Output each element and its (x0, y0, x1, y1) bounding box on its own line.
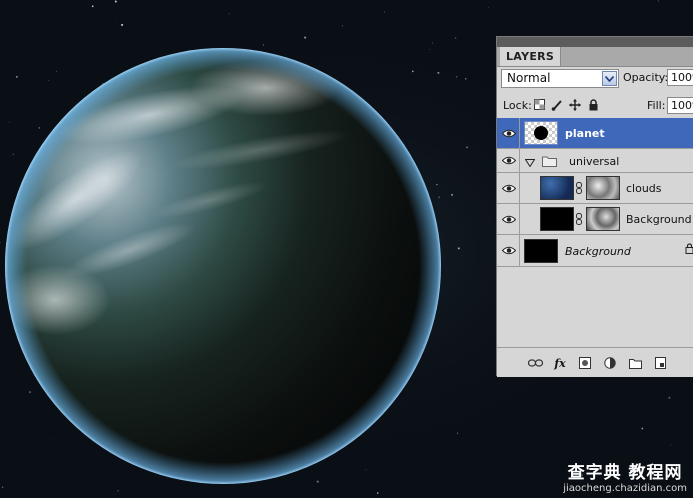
star (438, 196, 441, 199)
fx-icon[interactable]: fx (552, 356, 568, 370)
star (53, 438, 54, 440)
star (466, 146, 469, 149)
layer-row-background-copy[interactable]: Background ... (497, 204, 693, 235)
adjustment-icon[interactable] (602, 357, 618, 369)
visibility-eye-icon[interactable] (498, 235, 520, 266)
layer-thumbnail (540, 207, 574, 231)
star (1, 486, 4, 489)
star (102, 82, 104, 84)
star (8, 121, 10, 123)
lock-pixels-icon[interactable] (551, 99, 563, 111)
lock-position-icon[interactable] (569, 98, 581, 111)
chain-link-icon[interactable] (576, 182, 582, 197)
blend-mode-value: Normal (507, 71, 551, 85)
layer-name[interactable]: planet (565, 127, 605, 140)
star (431, 42, 434, 44)
star (641, 427, 644, 430)
layer-row-universal[interactable]: universal (497, 149, 693, 173)
folder-icon (542, 155, 557, 170)
star (114, 0, 117, 3)
layer-mask-thumbnail[interactable] (586, 207, 620, 231)
chain-link-icon[interactable] (576, 213, 582, 228)
star (429, 49, 430, 50)
star (437, 71, 440, 74)
lock-label: Lock: (503, 99, 532, 112)
visibility-eye-icon[interactable] (498, 173, 520, 203)
new-layer-icon[interactable] (652, 357, 668, 369)
panel-tab-strip: LAYERS (497, 47, 693, 67)
star (668, 396, 671, 399)
layers-panel: LAYERS Normal Opacity: 100% Lock: Fill: … (496, 36, 693, 377)
star (304, 36, 307, 39)
star (454, 37, 457, 39)
star (316, 480, 319, 483)
star (28, 391, 31, 394)
star (16, 76, 18, 78)
star (376, 492, 379, 494)
tab-layers[interactable]: LAYERS (500, 47, 562, 66)
opacity-input[interactable]: 100% (667, 69, 693, 86)
star (451, 194, 453, 196)
star (670, 444, 672, 446)
star (228, 13, 230, 15)
star (365, 469, 367, 471)
lock-transparency-icon[interactable] (533, 99, 545, 111)
watermark-url: jiaocheng.chazidian.com (563, 483, 687, 494)
star (262, 44, 265, 46)
visibility-eye-icon[interactable] (498, 149, 520, 172)
triangle-down-icon[interactable] (524, 157, 536, 170)
star (116, 18, 118, 19)
visibility-eye-icon[interactable] (498, 204, 520, 234)
star (38, 127, 40, 129)
star (56, 71, 58, 73)
opacity-label: Opacity: (623, 71, 669, 84)
fx-label: fx (554, 356, 566, 370)
star (464, 77, 467, 80)
layer-name[interactable]: clouds (626, 182, 662, 195)
star (487, 6, 489, 8)
star (12, 153, 15, 156)
star (121, 23, 124, 26)
star (341, 25, 343, 27)
lock-all-icon[interactable] (587, 98, 599, 111)
visibility-eye-icon[interactable] (498, 118, 520, 148)
blend-mode-select[interactable]: Normal (501, 69, 619, 88)
watermark: 查字典 教程网 jiaocheng.chazidian.com (563, 463, 687, 495)
star (48, 80, 50, 81)
layer-mask-thumbnail[interactable] (586, 176, 620, 200)
watermark-title: 查字典 教程网 (567, 463, 683, 483)
star (383, 11, 385, 13)
folder-icon[interactable] (627, 357, 643, 369)
star (91, 5, 94, 8)
fill-input[interactable]: 100% (667, 97, 693, 114)
star (657, 0, 659, 2)
lock-icon (685, 243, 693, 257)
star (117, 490, 119, 492)
panel-footer: fx (497, 347, 693, 377)
layer-thumbnail (540, 176, 574, 200)
mask-icon[interactable] (577, 357, 593, 369)
layer-row-background[interactable]: Background (497, 235, 693, 267)
fill-label: Fill: (647, 99, 666, 112)
star (457, 432, 459, 434)
link-icon[interactable] (527, 357, 543, 369)
layer-name[interactable]: Background ... (626, 213, 693, 226)
star (411, 70, 414, 73)
panel-title-bar[interactable] (497, 37, 693, 47)
layer-thumbnail (524, 121, 558, 145)
layer-thumbnail (524, 239, 558, 263)
chevron-down-icon[interactable] (602, 71, 617, 86)
star (455, 75, 458, 78)
star (457, 247, 460, 250)
layer-name[interactable]: Background (565, 245, 631, 258)
layer-row-planet[interactable]: planet (497, 118, 693, 149)
layer-name[interactable]: universal (569, 155, 619, 168)
lock-options (533, 98, 599, 111)
star (453, 3, 454, 5)
layer-row-clouds[interactable]: clouds (497, 173, 693, 204)
star (436, 184, 438, 186)
